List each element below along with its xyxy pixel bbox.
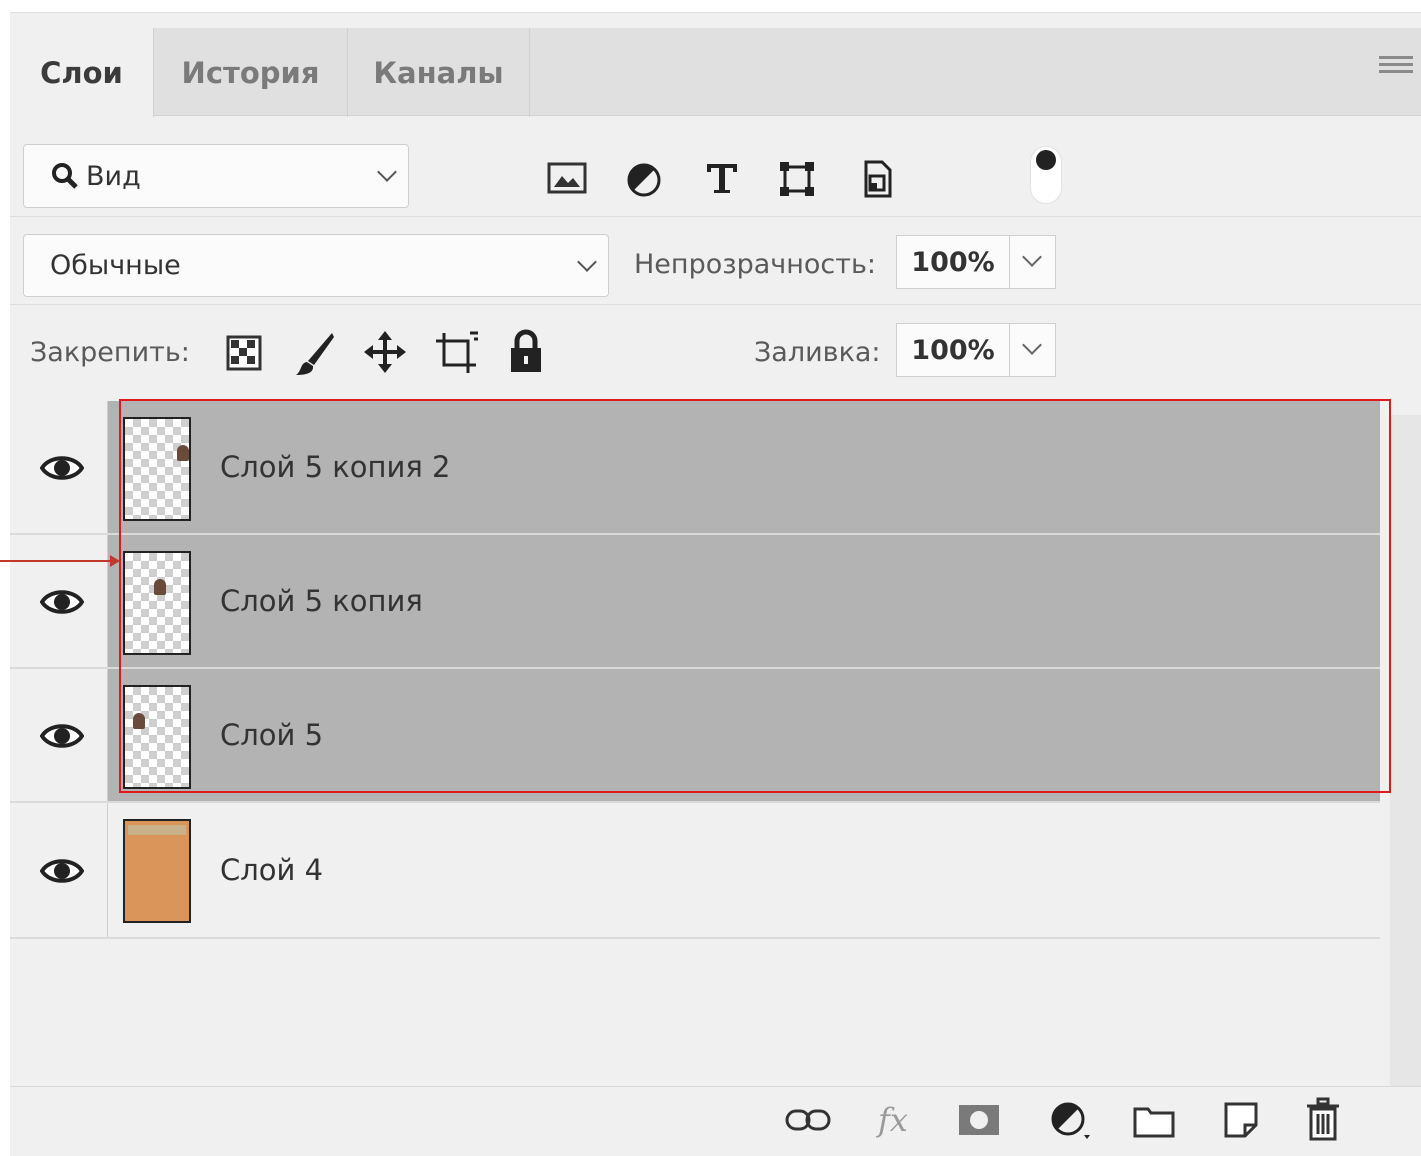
map-strip-icon: [128, 825, 186, 835]
fill-label: Заливка:: [754, 337, 881, 368]
link-layers-icon[interactable]: [785, 1105, 831, 1135]
tab-history[interactable]: История: [154, 28, 348, 117]
add-mask-icon[interactable]: [957, 1103, 1001, 1137]
layer-name[interactable]: Слой 5 копия 2: [220, 450, 450, 484]
fill-value[interactable]: 100%: [897, 324, 1010, 376]
fx-layer-style-icon[interactable]: fx: [876, 1101, 920, 1141]
layer-thumbnail: [123, 551, 191, 655]
chevron-down-icon: [577, 251, 597, 272]
layer-name[interactable]: Слой 4: [220, 853, 323, 887]
new-layer-icon[interactable]: [1223, 1101, 1259, 1139]
layer-thumbnail: [123, 417, 191, 521]
layer-thumbnail: [123, 819, 191, 923]
lock-position-move-icon[interactable]: [364, 331, 406, 373]
sprite-figure-icon: [154, 579, 166, 595]
bottom-toolbar: fx: [10, 1086, 1421, 1156]
opacity-label: Непрозрачность:: [634, 249, 876, 280]
filter-kind-select[interactable]: Вид: [23, 144, 409, 208]
tab-layers[interactable]: Слои: [10, 28, 154, 117]
lock-transparent-pixels-icon[interactable]: [226, 335, 262, 371]
layer-row[interactable]: Слой 5 копия: [10, 535, 1380, 669]
chevron-down-icon: [377, 162, 397, 182]
annotation-arrow-line: [0, 560, 112, 562]
svg-text:fx: fx: [876, 1101, 908, 1139]
lock-image-pixels-brush-icon[interactable]: [294, 331, 336, 377]
layer-row[interactable]: Слой 4: [10, 803, 1380, 939]
layers-panel: Слои История Каналы Вид Обычные Непрозра…: [10, 12, 1421, 1156]
tab-channels[interactable]: Каналы: [348, 28, 530, 117]
filter-kind-label: Вид: [86, 160, 141, 192]
layer-name[interactable]: Слой 5 копия: [220, 584, 423, 618]
visibility-eye-icon[interactable]: [40, 451, 84, 485]
visibility-eye-icon[interactable]: [40, 719, 84, 753]
filter-row: Вид: [10, 116, 1421, 217]
type-layer-filter-icon[interactable]: [704, 160, 740, 196]
smart-object-filter-icon[interactable]: [860, 160, 894, 198]
filter-toggle-switch[interactable]: [1030, 146, 1062, 204]
fill-dropdown-button[interactable]: [1010, 324, 1055, 376]
blend-mode-select[interactable]: Обычные: [23, 234, 609, 297]
layer-row[interactable]: Слой 5 копия 2: [10, 401, 1380, 535]
layer-thumbnail: [123, 685, 191, 789]
tab-bar: Слои История Каналы: [10, 28, 1421, 117]
search-icon: [52, 163, 78, 189]
new-adjustment-layer-icon[interactable]: [1050, 1101, 1094, 1141]
opacity-dropdown-button[interactable]: [1010, 236, 1055, 288]
blend-mode-value: Обычные: [50, 250, 181, 281]
visibility-eye-icon[interactable]: [40, 854, 84, 888]
opacity-field[interactable]: 100%: [896, 235, 1056, 289]
sprite-figure-icon: [133, 713, 145, 729]
shape-layer-filter-icon[interactable]: [778, 160, 816, 198]
toggle-knob-icon: [1036, 150, 1056, 170]
fill-field[interactable]: 100%: [896, 323, 1056, 377]
adjustment-layer-filter-icon[interactable]: [626, 162, 662, 198]
pixel-layer-filter-icon[interactable]: [547, 162, 587, 196]
layer-row[interactable]: Слой 5: [10, 669, 1380, 803]
layer-name[interactable]: Слой 5: [220, 718, 323, 752]
layers-scrollbar[interactable]: [1390, 415, 1421, 1097]
new-group-folder-icon[interactable]: [1132, 1103, 1176, 1139]
sprite-figure-icon: [177, 445, 189, 461]
visibility-eye-icon[interactable]: [40, 585, 84, 619]
delete-layer-trash-icon[interactable]: [1305, 1097, 1341, 1141]
lock-artboard-crop-icon[interactable]: [434, 331, 480, 375]
panel-menu-icon[interactable]: [1379, 56, 1413, 78]
opacity-value[interactable]: 100%: [897, 236, 1010, 288]
layer-divider: [10, 937, 1380, 939]
lock-label: Закрепить:: [30, 337, 190, 368]
lock-all-icon[interactable]: [509, 329, 543, 373]
lock-row: Закрепить: Заливка: 100%: [10, 305, 1421, 401]
annotation-arrow-icon: [110, 555, 120, 567]
blend-row: Обычные Непрозрачность: 100%: [10, 217, 1421, 305]
